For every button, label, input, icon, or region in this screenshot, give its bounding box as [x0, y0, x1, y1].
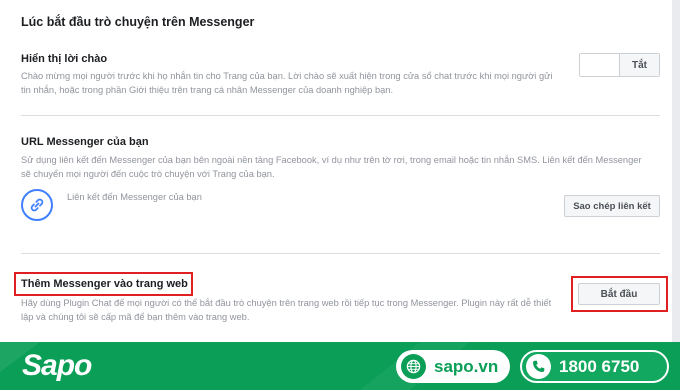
- greeting-desc-line-1: Chào mừng mọi người trước khi họ nhắn ti…: [21, 71, 553, 81]
- globe-icon: [401, 354, 426, 379]
- greeting-desc-line-2: tin nhắn, hoặc trong phần Giới thiệu trê…: [21, 85, 394, 95]
- messenger-url-desc-line-1: Sử dụng liên kết đến Messenger của bạn b…: [21, 155, 642, 165]
- settings-panel: Lúc bắt đầu trò chuyện trên Messenger Hi…: [0, 0, 680, 342]
- chain-link-icon: [30, 198, 44, 212]
- sapo-logo: Sapo: [22, 349, 92, 382]
- page-title: Lúc bắt đầu trò chuyện trên Messenger: [21, 15, 255, 29]
- copy-link-button[interactable]: Sao chép liên kết: [564, 195, 660, 217]
- messenger-link-label[interactable]: Liên kết đến Messenger của bạn: [67, 192, 202, 202]
- toggle-knob[interactable]: [580, 54, 620, 76]
- divider: [21, 115, 660, 116]
- add-to-web-desc-line-1: Hãy dùng Plugin Chat để mọi người có thể…: [21, 298, 552, 308]
- website-text[interactable]: sapo.vn: [434, 357, 498, 377]
- greeting-toggle[interactable]: Tắt: [579, 53, 660, 77]
- highlight-box-button: [571, 276, 668, 312]
- toggle-state-label[interactable]: Tắt: [620, 54, 659, 76]
- hotline-text[interactable]: 1800 6750: [559, 357, 639, 377]
- divider: [21, 253, 660, 254]
- link-icon: [21, 189, 53, 221]
- website-pill[interactable]: sapo.vn: [396, 350, 510, 383]
- scrollbar-track[interactable]: [672, 0, 680, 342]
- hotline-pill[interactable]: 1800 6750: [520, 350, 669, 383]
- messenger-url-description: Sử dụng liên kết đến Messenger của bạn b…: [21, 153, 642, 181]
- greeting-title: Hiển thị lời chào: [21, 53, 108, 65]
- messenger-url-desc-line-2: sẽ chuyển mọi người đến cuộc trò chuyện …: [21, 169, 275, 179]
- footer-banner: Sapo sapo.vn 1800 6750: [0, 342, 680, 390]
- add-to-web-desc-line-2: lập và chúng tôi sẽ cấp mã để bạn thêm v…: [21, 312, 250, 322]
- greeting-description: Chào mừng mọi người trước khi họ nhắn ti…: [21, 69, 552, 97]
- messenger-url-title: URL Messenger của bạn: [21, 136, 149, 148]
- add-to-web-description: Hãy dùng Plugin Chat để mọi người có thể…: [21, 296, 551, 324]
- highlight-box-title: [14, 272, 193, 296]
- phone-icon: [526, 354, 551, 379]
